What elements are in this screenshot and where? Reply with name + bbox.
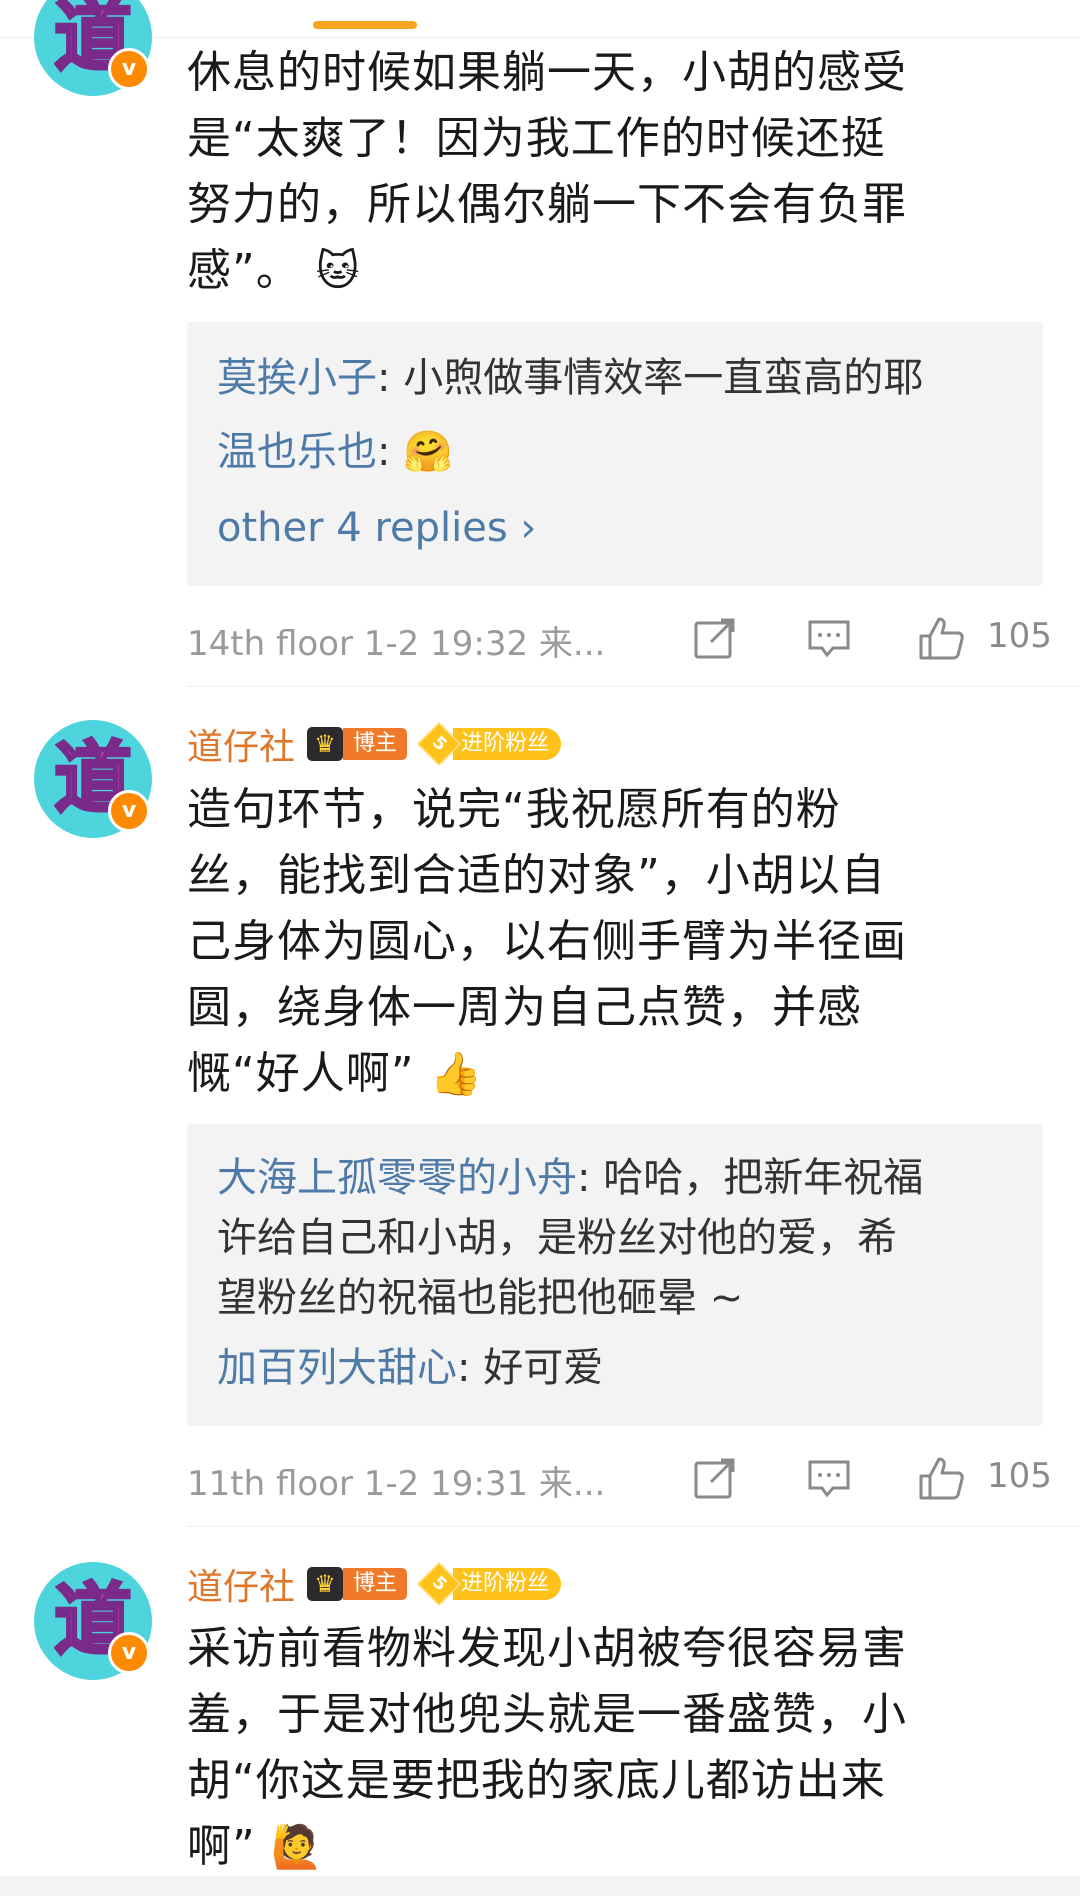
reply-item[interactable]: 加百列大甜心: 好可爱 (217, 1338, 1017, 1398)
more-replies-label: other 4 replies (217, 505, 508, 551)
comment-text: 采访前看物料发现小胡被夸很容易害 羞，于是对他兜头就是一番盛赞，小 胡“你这是要… (187, 1616, 1017, 1880)
reply-box[interactable]: 莫挨小子: 小煦做事情效率一直蛮高的耶 温也乐也: 🤗 other 4 repl… (187, 322, 1043, 586)
comment-text: 造句环节，说完“我祝愿所有的粉 丝，能找到合适的对象”，小胡以自 己身体为圆心，… (187, 777, 1017, 1107)
comment-icon[interactable] (805, 614, 853, 662)
comment-icon[interactable] (805, 1454, 853, 1502)
reply-author[interactable]: 大海上孤零零的小舟 (217, 1155, 577, 1201)
reply-author[interactable]: 加百列大甜心 (217, 1345, 457, 1391)
comment-line: 丝，能找到合适的对象”，小胡以自 (187, 850, 886, 901)
comment-meta: 14th floor 1-2 19:32 来... 105 (187, 608, 1052, 668)
fan-badge: 5 进阶粉丝 (416, 1561, 562, 1607)
avatar[interactable]: 道 v (34, 720, 152, 838)
fan-badge-label: 进阶粉丝 (453, 1568, 562, 1600)
like-count: 105 (987, 1456, 1052, 1496)
comment-line: 感”。 🐱 (187, 238, 1017, 304)
reply-text: 哈哈，把新年祝福 (603, 1155, 924, 1201)
raising-hand-emoji-icon: 🙋 (270, 1822, 325, 1871)
reply-text: 小煦做事情效率一直蛮高的耶 (403, 355, 924, 401)
bottom-bar (0, 1876, 1080, 1896)
thumbs-up-icon[interactable] (917, 614, 965, 662)
comment-meta: 11th floor 1-2 19:31 来... 105 (187, 1448, 1052, 1508)
reply-text: 望粉丝的祝福也能把他砸晕 ~ (217, 1275, 744, 1321)
author-row: 道仔社 ♛ 博主 5 进阶粉丝 (187, 1558, 562, 1610)
reply-sep: : (457, 1345, 484, 1391)
comment-line: 圆，绕身体一周为自己点赞，并感 (187, 982, 862, 1033)
divider (0, 37, 1080, 38)
blogger-badge: ♛ 博主 (307, 1567, 408, 1601)
comment-line: 休息的时候如果躺一天，小胡的感受 (187, 47, 907, 98)
reply-text: 好可爱 (483, 1345, 604, 1391)
thumbs-up-icon[interactable] (917, 1454, 965, 1502)
comment-text: 休息的时候如果躺一天，小胡的感受 是“太爽了！因为我工作的时候还挺 努力的，所以… (187, 40, 1017, 304)
comment-line: 是“太爽了！因为我工作的时候还挺 (187, 113, 886, 164)
share-icon[interactable] (691, 1454, 739, 1502)
username[interactable]: 道仔社 (187, 1558, 295, 1610)
reply-box[interactable]: 大海上孤零零的小舟: 哈哈，把新年祝福 许给自己和小胡，是粉丝对他的爱，希 望粉… (187, 1124, 1043, 1426)
reply-item-continued: 许给自己和小胡，是粉丝对他的爱，希 (217, 1208, 1017, 1268)
avatar[interactable]: 道 v (34, 0, 152, 96)
reply-sep: : (377, 429, 404, 475)
thumbs-up-emoji-icon: 👍 (429, 1049, 483, 1098)
reply-item[interactable]: 大海上孤零零的小舟: 哈哈，把新年祝福 (217, 1148, 1017, 1208)
reply-text: 许给自己和小胡，是粉丝对他的爱，希 (217, 1215, 897, 1261)
reply-item[interactable]: 温也乐也: 🤗 (217, 422, 1017, 482)
comment-line: 努力的，所以偶尔躺一下不会有负罪 (187, 179, 907, 230)
blogger-badge-label: 博主 (343, 1568, 408, 1600)
divider (187, 1526, 1080, 1527)
comment-line: 羞，于是对他兜头就是一番盛赞，小 (187, 1689, 907, 1740)
verified-icon: v (108, 1632, 150, 1674)
username[interactable]: 道仔社 (187, 718, 295, 770)
reply-item[interactable]: 莫挨小子: 小煦做事情效率一直蛮高的耶 (217, 348, 1017, 408)
blogger-badge: ♛ 博主 (307, 727, 408, 761)
comment-line: 采访前看物料发现小胡被夸很容易害 (187, 1623, 907, 1674)
cat-emoji-icon: 🐱 (315, 246, 361, 295)
floor-time: 11th floor 1-2 19:31 来... (187, 1464, 606, 1504)
reply-sep: : (577, 1155, 604, 1201)
author-row: 道仔社 ♛ 博主 5 进阶粉丝 (187, 718, 562, 770)
comment-line: 啊” 🙋 (187, 1814, 1017, 1880)
comment-line-text: 啊” (187, 1821, 256, 1872)
reply-item-continued: 望粉丝的祝福也能把他砸晕 ~ (217, 1268, 1017, 1328)
comment-line-text: 感”。 (187, 245, 301, 296)
tab-indicator (313, 21, 417, 29)
fan-badge-label: 进阶粉丝 (453, 728, 562, 760)
blogger-badge-label: 博主 (343, 728, 408, 760)
chevron-right-icon: › (520, 505, 537, 551)
comment-line: 己身体为圆心，以右侧手臂为半径画 (187, 916, 907, 967)
reply-author[interactable]: 温也乐也 (217, 429, 377, 475)
verified-icon: v (108, 48, 150, 90)
fan-badge: 5 进阶粉丝 (416, 721, 562, 767)
reply-sep: : (377, 355, 404, 401)
more-replies-link[interactable]: other 4 replies › (217, 498, 1017, 558)
comment-line: 慨“好人啊” 👍 (187, 1041, 1017, 1107)
share-icon[interactable] (691, 614, 739, 662)
like-count: 105 (987, 616, 1052, 656)
reply-emoji: 🤗 (403, 429, 454, 475)
crown-icon: ♛ (307, 1567, 344, 1601)
comment-line-text: 慨“好人啊” (187, 1048, 415, 1099)
floor-time: 14th floor 1-2 19:32 来... (187, 624, 606, 664)
avatar[interactable]: 道 v (34, 1562, 152, 1680)
verified-icon: v (108, 790, 150, 832)
crown-icon: ♛ (307, 727, 344, 761)
comment-line: 造句环节，说完“我祝愿所有的粉 (187, 784, 841, 835)
divider (187, 686, 1080, 687)
reply-author[interactable]: 莫挨小子 (217, 355, 377, 401)
comment-line: 胡“你这是要把我的家底儿都访出来 (187, 1755, 886, 1806)
